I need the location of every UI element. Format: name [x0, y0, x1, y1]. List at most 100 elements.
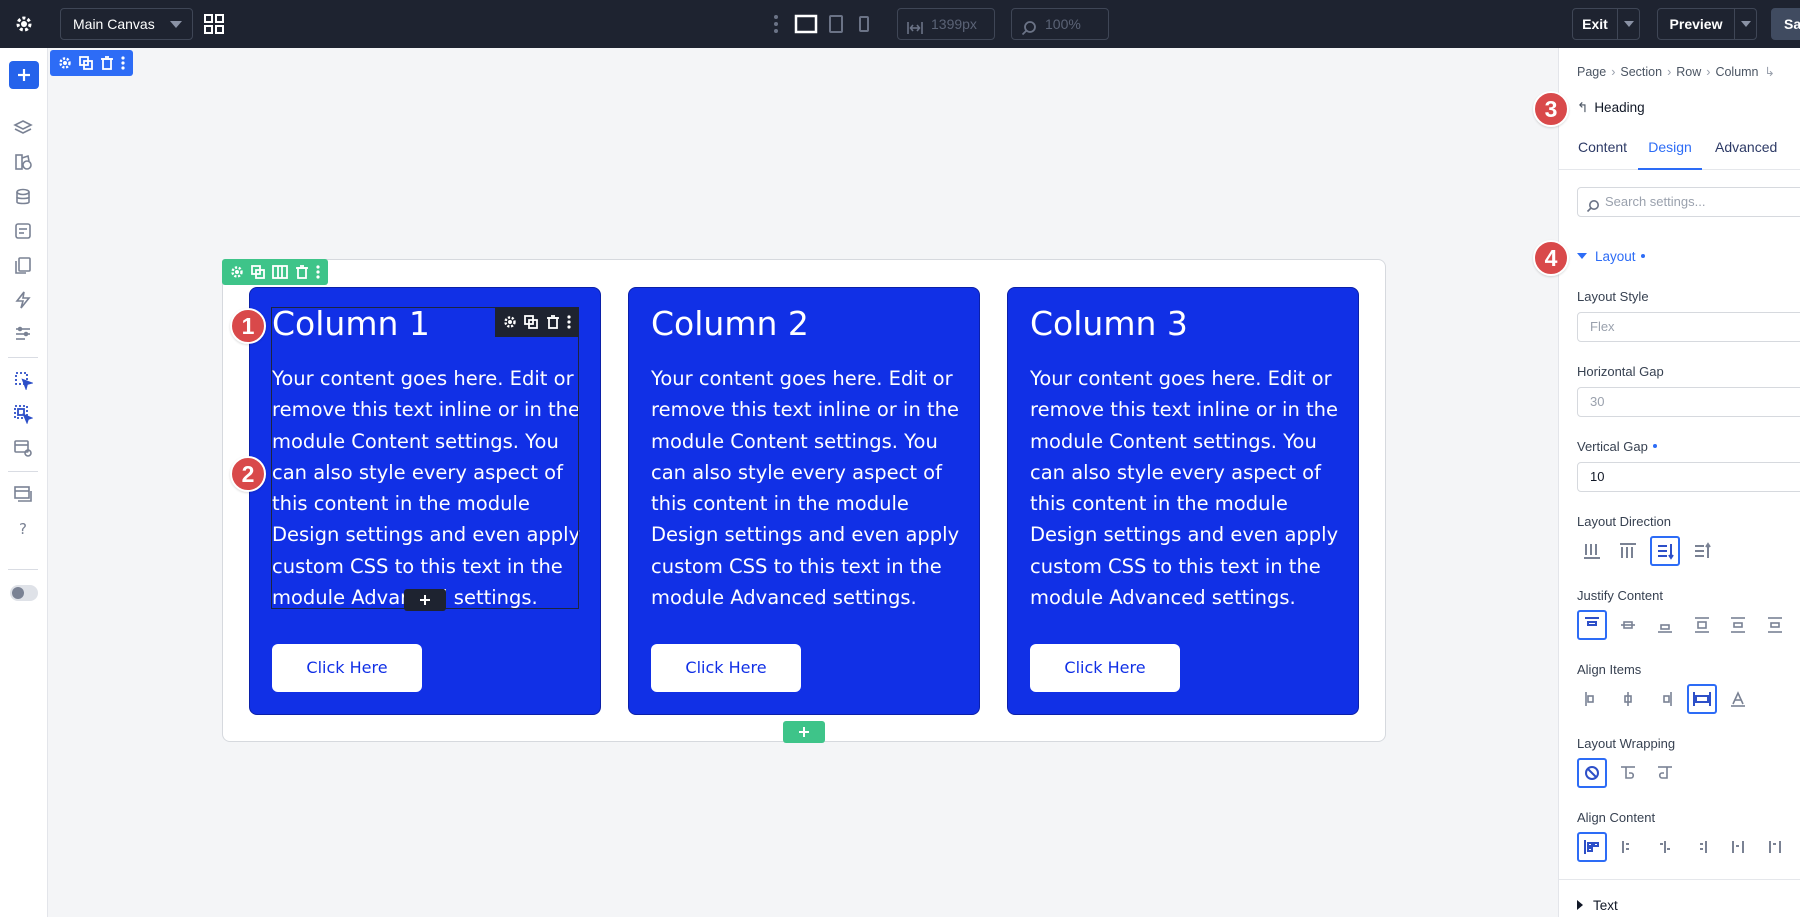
more-icon[interactable] — [316, 265, 320, 279]
align-end-icon[interactable] — [1650, 684, 1680, 714]
justify-space-evenly-icon[interactable] — [1760, 610, 1790, 640]
preview-button[interactable]: Preview — [1657, 8, 1757, 40]
breadcrumb-page[interactable]: Page — [1577, 65, 1606, 79]
vertical-gap-input[interactable]: 10 — [1577, 462, 1800, 492]
chevron-down-icon[interactable] — [1624, 21, 1634, 27]
columns-icon[interactable] — [272, 265, 288, 279]
add-element-button[interactable] — [9, 61, 39, 89]
vertical-gap-label: Vertical Gap — [1577, 439, 1657, 454]
grid-view-icon[interactable] — [203, 13, 225, 35]
click-here-button[interactable]: Click Here — [272, 644, 422, 692]
duplicate-icon[interactable] — [250, 265, 265, 279]
pages-icon[interactable] — [12, 254, 34, 276]
database-icon[interactable] — [12, 186, 34, 208]
direction-column-icon[interactable] — [1650, 536, 1680, 566]
breadcrumb-row[interactable]: Row — [1676, 65, 1701, 79]
layout-section-toggle[interactable]: Layout — [1577, 249, 1645, 264]
justify-space-around-icon[interactable] — [1723, 610, 1753, 640]
duplicate-icon[interactable] — [78, 56, 93, 70]
variables-icon[interactable] — [12, 323, 34, 345]
canvas-select[interactable]: Main Canvas — [60, 8, 193, 40]
column-text[interactable]: Your content goes here. Edit or remove t… — [651, 363, 971, 613]
direction-row-icon[interactable] — [1577, 536, 1607, 566]
duplicate-icon[interactable] — [524, 315, 539, 329]
help-icon[interactable]: ? — [12, 517, 34, 539]
click-here-button[interactable]: Click Here — [651, 644, 801, 692]
module-title: ↰ Heading — [1577, 100, 1645, 116]
justify-end-icon[interactable] — [1650, 610, 1680, 640]
divider — [8, 569, 38, 570]
more-icon[interactable] — [121, 56, 125, 70]
select-element-icon[interactable] — [12, 369, 34, 391]
phone-view-icon[interactable] — [854, 12, 874, 36]
column-heading[interactable]: Column 3 — [1030, 304, 1188, 344]
more-icon[interactable] — [567, 315, 571, 329]
align-content-space-around-icon[interactable] — [1723, 832, 1753, 862]
tab-content[interactable]: Content — [1578, 132, 1627, 170]
desktop-view-icon[interactable] — [792, 12, 820, 36]
tab-design[interactable]: Design — [1638, 132, 1702, 170]
design-library-icon[interactable] — [12, 151, 34, 173]
tab-advanced[interactable]: Advanced — [1715, 132, 1777, 170]
align-start-icon[interactable] — [1577, 684, 1607, 714]
chevron-down-icon[interactable] — [1741, 21, 1751, 27]
search-settings-input[interactable]: Search settings... — [1577, 187, 1800, 217]
canvas-width-field[interactable]: 1399px — [897, 8, 995, 40]
trash-icon[interactable] — [100, 56, 114, 70]
column-3[interactable]: Column 3 Your content goes here. Edit or… — [1007, 287, 1359, 715]
align-content-center-icon[interactable] — [1613, 832, 1643, 862]
zoom-field[interactable]: 100% — [1011, 8, 1109, 40]
text-section-toggle[interactable]: Text — [1577, 898, 1618, 913]
exit-button[interactable]: Exit — [1572, 8, 1640, 40]
trash-icon[interactable] — [546, 315, 560, 329]
justify-space-between-icon[interactable] — [1687, 610, 1717, 640]
justify-start-icon[interactable] — [1577, 610, 1607, 640]
multi-select-icon[interactable] — [12, 403, 34, 425]
gear-icon[interactable] — [58, 56, 72, 70]
direction-column-reverse-icon[interactable] — [1687, 536, 1717, 566]
wrap-reverse-icon[interactable] — [1650, 758, 1680, 788]
tablet-view-icon[interactable] — [826, 12, 846, 36]
column-text[interactable]: Your content goes here. Edit or remove t… — [1030, 363, 1350, 613]
trash-icon[interactable] — [295, 265, 309, 279]
gear-icon[interactable] — [230, 265, 244, 279]
layers-icon[interactable] — [12, 117, 34, 139]
settings-gear-icon[interactable] — [12, 12, 36, 36]
back-arrow-icon[interactable]: ↰ — [1577, 100, 1588, 115]
save-label: Sav — [1784, 16, 1800, 32]
add-module-button[interactable] — [404, 589, 446, 611]
align-center-icon[interactable] — [1613, 684, 1643, 714]
click-here-button[interactable]: Click Here — [1030, 644, 1180, 692]
drag-handle-icon[interactable] — [773, 14, 779, 34]
layout-direction-label: Layout Direction — [1577, 514, 1671, 529]
page-settings-icon[interactable] — [12, 220, 34, 242]
layout-style-select[interactable]: Flex — [1577, 312, 1800, 342]
left-sidebar: ? — [0, 48, 48, 917]
no-wrap-icon[interactable] — [1577, 758, 1607, 788]
theme-toggle[interactable] — [10, 585, 38, 601]
horizontal-gap-label: Horizontal Gap — [1577, 364, 1664, 379]
column-heading[interactable]: Column 2 — [651, 304, 809, 344]
section-toolbar — [50, 50, 133, 76]
breadcrumb-section[interactable]: Section — [1620, 65, 1662, 79]
layouts-icon[interactable] — [12, 483, 34, 505]
justify-center-icon[interactable] — [1613, 610, 1643, 640]
save-button[interactable]: Sav — [1771, 8, 1800, 40]
align-content-stretch-icon[interactable] — [1760, 832, 1790, 862]
align-content-start-icon[interactable] — [1577, 832, 1607, 862]
align-baseline-icon[interactable] — [1723, 684, 1753, 714]
template-settings-icon[interactable] — [12, 437, 34, 459]
gear-icon[interactable] — [503, 315, 517, 329]
divider — [1617, 9, 1618, 39]
direction-row-reverse-icon[interactable] — [1613, 536, 1643, 566]
align-content-space-between-icon[interactable] — [1687, 832, 1717, 862]
align-stretch-icon[interactable] — [1687, 684, 1717, 714]
add-row-button[interactable] — [783, 721, 825, 743]
wrap-icon[interactable] — [1613, 758, 1643, 788]
breadcrumb-column[interactable]: Column — [1715, 65, 1758, 79]
horizontal-gap-input[interactable]: 30 — [1577, 387, 1800, 417]
lightning-icon[interactable] — [12, 289, 34, 311]
align-content-end-icon[interactable] — [1650, 832, 1680, 862]
settings-panel: Page › Section › Row › Column ↳ ↰ Heading Conten… — [1558, 48, 1800, 917]
column-2[interactable]: Column 2 Your content goes here. Edit or… — [628, 287, 980, 715]
